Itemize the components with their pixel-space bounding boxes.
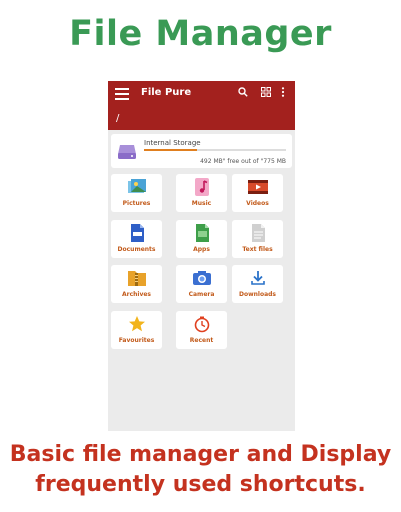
tile-label: Downloads	[238, 291, 276, 298]
tile-videos[interactable]: Videos	[232, 174, 283, 212]
tile-label: Videos	[246, 200, 269, 207]
storage-card[interactable]: Internal Storage 492 MB" free out of "77…	[111, 134, 292, 168]
caption-line-1: Basic file manager and Display	[9, 442, 392, 467]
grid-view-icon[interactable]	[261, 87, 271, 100]
downloads-icon	[232, 269, 283, 287]
tile-archives[interactable]: Archives	[111, 265, 162, 303]
headline: File Manager	[69, 14, 332, 54]
tile-label: Archives	[121, 291, 152, 298]
pictures-icon	[111, 178, 162, 196]
tile-pictures[interactable]: Pictures	[111, 174, 162, 212]
disk-icon	[116, 140, 138, 166]
tile-text-files[interactable]: Text files	[232, 220, 283, 258]
tile-favourites[interactable]: Favourites	[111, 311, 162, 349]
videos-icon	[232, 178, 283, 196]
tile-label: Music	[191, 200, 212, 207]
tile-label: Apps	[193, 246, 210, 253]
caption-line-2: frequently used shortcuts.	[35, 472, 366, 497]
tile-apps[interactable]: Apps	[176, 220, 227, 258]
tile-label: Favourites	[118, 337, 155, 344]
tile-label: Camera	[188, 291, 215, 298]
tile-label: Recent	[189, 337, 214, 344]
storage-free-text: 492 MB" free out of "775 MB	[200, 158, 286, 165]
camera-icon	[176, 269, 227, 287]
documents-icon	[111, 224, 162, 242]
tile-downloads[interactable]: Downloads	[232, 265, 283, 303]
app-bar: File Pure /	[108, 81, 295, 130]
search-icon[interactable]	[238, 87, 248, 100]
text-files-icon	[232, 224, 283, 242]
tile-recent[interactable]: Recent	[176, 311, 227, 349]
current-path: /	[116, 113, 120, 124]
more-options-icon[interactable]	[281, 87, 285, 100]
menu-icon[interactable]	[115, 88, 129, 102]
tile-label: Documents	[117, 246, 156, 253]
phone-screen: File Pure / Internal Storage 492 MB" fre…	[108, 81, 295, 431]
tile-label: Pictures	[122, 200, 151, 207]
archives-icon	[111, 269, 162, 287]
tile-camera[interactable]: Camera	[176, 265, 227, 303]
storage-usage-bar	[144, 149, 286, 151]
app-title: File Pure	[141, 87, 192, 98]
tile-label: Text files	[242, 246, 273, 253]
caption: Basic file manager and Display frequentl…	[0, 440, 401, 500]
favourites-icon	[111, 315, 162, 333]
recent-icon	[176, 315, 227, 333]
tile-documents[interactable]: Documents	[111, 220, 162, 258]
tile-music[interactable]: Music	[176, 174, 227, 212]
storage-name: Internal Storage	[144, 139, 201, 147]
apps-icon	[176, 224, 227, 242]
music-icon	[176, 178, 227, 196]
